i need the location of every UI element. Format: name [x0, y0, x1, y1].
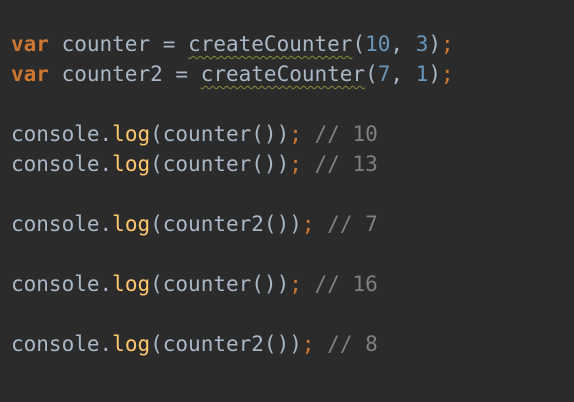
number-literal: 10 [365, 32, 391, 56]
method-name: log [112, 122, 151, 146]
paren: ()) [251, 122, 290, 146]
number-literal: 7 [377, 62, 391, 86]
keyword: var [11, 32, 49, 56]
semicolon: ; [289, 122, 302, 146]
paren: ()) [263, 332, 302, 356]
paren: ( [150, 272, 163, 296]
paren: ) [428, 32, 442, 56]
paren: ( [150, 122, 163, 146]
method-name: log [112, 272, 151, 296]
code-comment: // 7 [327, 212, 378, 236]
object-name: console [11, 272, 100, 296]
paren: ) [428, 62, 442, 86]
semicolon: ; [289, 152, 302, 176]
number-literal: 1 [415, 62, 429, 86]
assign-operator: = [162, 32, 176, 56]
call-target: counter2 [162, 212, 264, 236]
semicolon: ; [441, 32, 454, 56]
code-comment: // 10 [314, 122, 378, 146]
semicolon: ; [441, 62, 454, 86]
paren: ( [150, 152, 163, 176]
code-comment: // 8 [327, 332, 378, 356]
function-call-warning[interactable]: createCounter [201, 62, 365, 86]
paren: ()) [263, 212, 302, 236]
variable-name: counter2 [61, 62, 163, 86]
code-line-5[interactable]: console.log(counter()); // 13 [11, 149, 574, 179]
comma: , [390, 32, 416, 56]
object-name: console [11, 122, 100, 146]
object-name: console [11, 212, 100, 236]
dot: . [99, 212, 113, 236]
object-name: console [11, 332, 100, 356]
dot: . [99, 152, 113, 176]
comma: , [390, 62, 416, 86]
paren: ( [352, 32, 366, 56]
dot: . [99, 122, 113, 146]
object-name: console [11, 152, 100, 176]
semicolon: ; [301, 332, 315, 356]
method-name: log [112, 212, 151, 236]
paren: ( [365, 62, 378, 86]
code-line-1[interactable]: var counter = createCounter(10, 3); [11, 29, 574, 59]
call-target: counter [162, 122, 252, 146]
code-comment: // 16 [314, 272, 378, 296]
dot: . [99, 332, 113, 356]
dot: . [99, 272, 113, 296]
call-target: counter2 [162, 332, 264, 356]
paren: ( [150, 212, 163, 236]
semicolon: ; [289, 272, 302, 296]
keyword: var [11, 62, 49, 86]
code-line-2[interactable]: var counter2 = createCounter(7, 1); [11, 59, 574, 89]
paren: ()) [251, 152, 290, 176]
method-name: log [112, 152, 151, 176]
number-literal: 3 [415, 32, 429, 56]
code-line-11[interactable]: console.log(counter2()); // 8 [11, 329, 574, 359]
assign-operator: = [175, 62, 189, 86]
function-call-warning[interactable]: createCounter [188, 32, 352, 56]
code-comment: // 13 [314, 152, 378, 176]
paren: ( [150, 332, 163, 356]
semicolon: ; [301, 212, 315, 236]
paren: ()) [251, 272, 290, 296]
call-target: counter [162, 272, 252, 296]
call-target: counter [162, 152, 252, 176]
variable-name: counter [61, 32, 151, 56]
method-name: log [112, 332, 151, 356]
code-line-7[interactable]: console.log(counter2()); // 7 [11, 209, 574, 239]
code-line-4[interactable]: console.log(counter()); // 10 [11, 119, 574, 149]
code-editor[interactable]: var counter = createCounter(10, 3); var … [0, 0, 574, 402]
code-line-9[interactable]: console.log(counter()); // 16 [11, 269, 574, 299]
